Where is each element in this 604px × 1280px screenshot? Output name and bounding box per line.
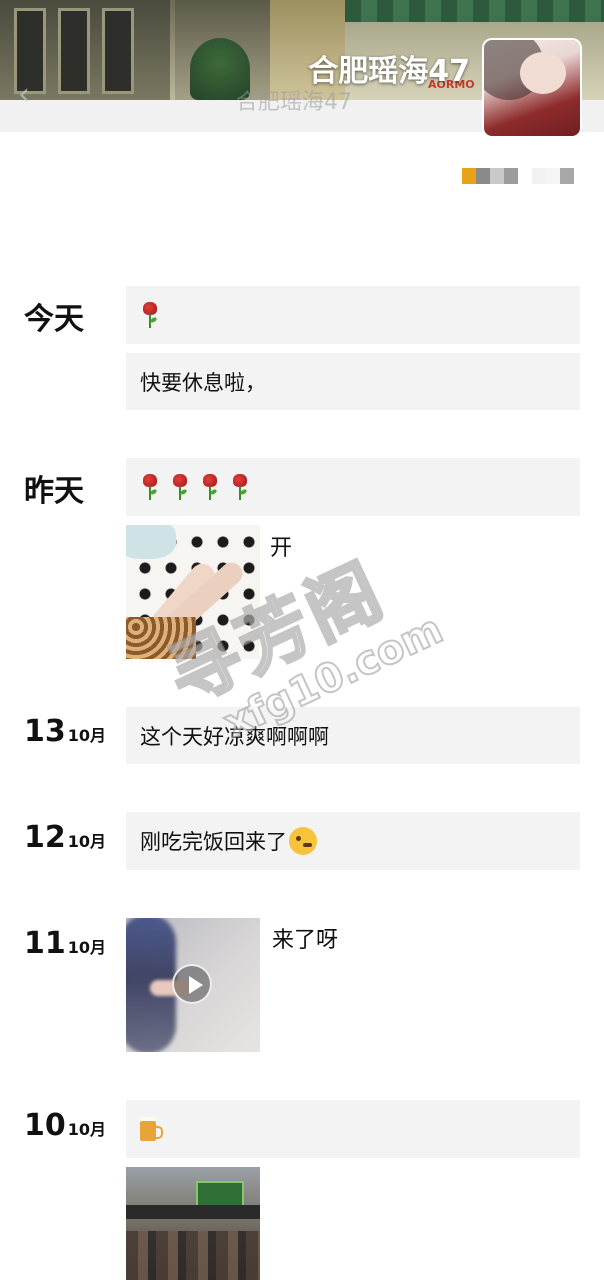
date-month: 10月	[67, 726, 107, 745]
photo-pillow	[126, 525, 176, 559]
date-day: 13	[24, 714, 66, 749]
post-text: 刚吃完饭回来了	[140, 830, 287, 854]
avatar[interactable]	[484, 40, 580, 136]
text-post[interactable]: 快要休息啦，	[126, 353, 580, 410]
rose-icon	[140, 473, 160, 501]
post-text: 快要休息啦，	[140, 370, 266, 395]
date-month: 10月	[67, 832, 107, 851]
rose-icon	[230, 473, 250, 501]
chevron-left-icon[interactable]: ‹	[18, 80, 48, 110]
date-day: 11	[24, 926, 66, 961]
photo-tent	[126, 1205, 260, 1219]
photo-skirt	[126, 617, 196, 659]
photo-thumbnail[interactable]	[126, 525, 260, 659]
date-month: 10月	[67, 938, 107, 957]
date-label: 今天	[24, 302, 84, 337]
mosaic-cell	[462, 168, 476, 184]
date-day: 12	[24, 820, 66, 855]
date-label: 13 10月	[24, 714, 106, 749]
rose-icon	[170, 473, 190, 501]
mosaic-cell	[518, 168, 532, 184]
mosaic-cell	[532, 168, 546, 184]
date-label: 11 10月	[24, 926, 106, 961]
date-month: 10月	[67, 1120, 107, 1139]
mosaic-cell	[490, 168, 504, 184]
emoji-post[interactable]	[126, 286, 580, 344]
date-day: 10	[24, 1108, 66, 1143]
play-icon[interactable]	[172, 964, 212, 1004]
profile-name: 合肥瑶海47	[308, 54, 470, 89]
avatar-face	[520, 52, 566, 94]
photo-thumbnail[interactable]	[126, 1167, 260, 1280]
video-thumbnail[interactable]	[126, 918, 260, 1052]
signature-mosaic	[462, 168, 580, 184]
header-title: 合肥瑶海47	[236, 90, 352, 115]
rose-icon	[200, 473, 220, 501]
text-post[interactable]: 刚吃完饭回来了	[126, 812, 580, 870]
rose-icon	[140, 301, 160, 329]
mosaic-cell	[504, 168, 518, 184]
cover-awning	[345, 0, 604, 22]
mosaic-cell	[546, 168, 560, 184]
beer-icon	[139, 1117, 163, 1141]
post-text: 这个天好凉爽啊啊啊	[140, 724, 329, 749]
image-caption: 开	[270, 536, 293, 561]
video-caption: 来了呀	[272, 928, 339, 953]
date-label: 昨天	[24, 474, 84, 509]
date-label: 10 10月	[24, 1108, 106, 1143]
emoji-post[interactable]	[126, 1100, 580, 1158]
mosaic-cell	[476, 168, 490, 184]
emoji-post[interactable]	[126, 458, 580, 516]
date-label: 12 10月	[24, 820, 106, 855]
photo-crowd	[126, 1231, 260, 1280]
text-post[interactable]: 这个天好凉爽啊啊啊	[126, 707, 580, 764]
mosaic-cell	[560, 168, 574, 184]
wink-face-icon	[289, 827, 317, 855]
